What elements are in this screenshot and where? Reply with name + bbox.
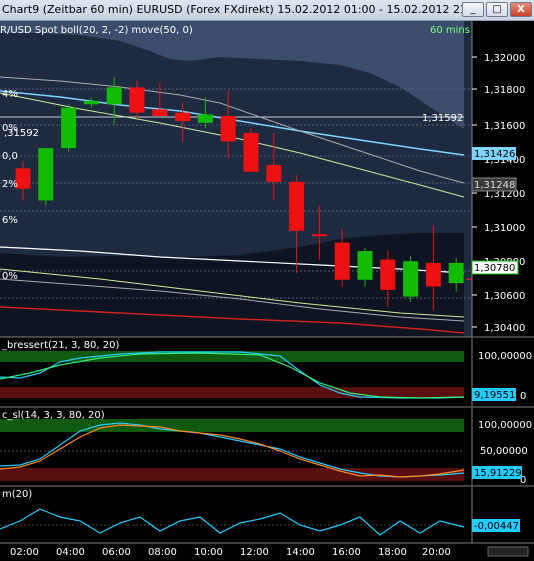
indicator-3-axis[interactable] (472, 487, 534, 543)
indicator-3-panel (0, 487, 472, 543)
indicator-1-value-text: 9,19551 (474, 390, 515, 401)
time-label: 14:00 (286, 547, 315, 557)
left-label: 2% (2, 179, 18, 190)
indicator-2-lower-zone (0, 468, 464, 481)
price-tick: 1,30600 (484, 291, 525, 302)
candle-down[interactable] (152, 109, 168, 117)
candle-down[interactable] (380, 259, 396, 290)
candle-down[interactable] (175, 112, 191, 122)
maximize-button[interactable]: □ (486, 2, 508, 17)
indicator-2-label: c_sl(14, 3, 3, 80, 20) (2, 410, 105, 421)
indicator-1-tick: 100,00000 (478, 351, 532, 362)
time-label: 12:00 (240, 547, 269, 557)
candle-up[interactable] (357, 251, 373, 280)
indicator-3-value-text: -0,00447 (474, 521, 519, 532)
candle-down[interactable] (266, 165, 282, 182)
candle-up[interactable] (83, 100, 99, 105)
time-label: 08:00 (148, 547, 177, 557)
left-label: 0% (2, 271, 18, 282)
minimize-button[interactable]: _ (462, 2, 484, 17)
title-bar[interactable]: Chart9 (Zeitbar 60 min) EURUSD (Forex FX… (0, 0, 534, 21)
candle-up[interactable] (197, 114, 213, 123)
candle-down[interactable] (289, 181, 305, 231)
candle-down[interactable] (243, 132, 259, 172)
indicator-2-tick: 50,00000 (480, 446, 528, 457)
chart-canvas[interactable]: 1,31592 R/USD Spot boll(20, 2, -2) move(… (0, 21, 534, 558)
time-label: 10:00 (194, 547, 223, 557)
main-panel-header: R/USD Spot boll(20, 2, -2) move(50, 0) (0, 25, 193, 36)
price-tick: 1,32000 (484, 53, 525, 64)
indicator-2-value-text: 15,91229 (474, 468, 522, 479)
candle-up[interactable] (38, 148, 54, 201)
scroll-handle[interactable] (487, 546, 529, 557)
left-label: 6% (2, 215, 18, 226)
gray-price-badge-text: 1,31248 (474, 180, 515, 191)
time-label: 20:00 (422, 547, 451, 557)
price-tick-labels: 1,32000 1,31800 1,31600 1,31400 1,31200 … (484, 53, 525, 334)
indicator-1-tick: 0 (520, 391, 526, 402)
candle-up[interactable] (403, 261, 419, 297)
time-label: 06:00 (102, 547, 131, 557)
candle-up[interactable] (448, 262, 464, 284)
price-tick: 1,31000 (484, 223, 525, 234)
interval-label: 60 mins (430, 25, 470, 36)
time-label: 04:00 (56, 547, 85, 557)
indicator-2-tick: 100,00000 (478, 420, 532, 431)
last-price-badge-text: 1,30780 (474, 263, 515, 274)
price-tick: 1,31800 (484, 85, 525, 96)
window-title: Chart9 (Zeitbar 60 min) EURUSD (Forex FX… (2, 3, 478, 16)
candle-down[interactable] (220, 116, 236, 142)
time-label: 18:00 (378, 547, 407, 557)
candle-down[interactable] (129, 87, 145, 113)
candle-down[interactable] (311, 234, 327, 237)
cyan-price-badge-text: 1,31426 (474, 149, 515, 160)
close-button[interactable]: X (510, 2, 532, 17)
indicator-3-label: m(20) (2, 489, 32, 500)
price-tick: 1,31600 (484, 121, 525, 132)
level-label: 1,31592 (422, 113, 463, 124)
price-tick: 1,30400 (484, 323, 525, 334)
chart-window: Chart9 (Zeitbar 60 min) EURUSD (Forex FX… (0, 0, 534, 558)
candle-down[interactable] (425, 262, 441, 287)
indicator-1-label: _bressert(21, 3, 80, 20) (1, 340, 120, 351)
time-label: 02:00 (10, 547, 39, 557)
indicator-1-lower-zone (0, 387, 464, 398)
left-label: 4% (2, 89, 18, 100)
candle-down[interactable] (334, 242, 350, 280)
left-label: 0,0 (2, 151, 18, 162)
time-label: 16:00 (332, 547, 361, 557)
candle-up[interactable] (106, 87, 122, 105)
candle-up[interactable] (61, 107, 77, 149)
left-label: ,31592 (4, 128, 39, 139)
